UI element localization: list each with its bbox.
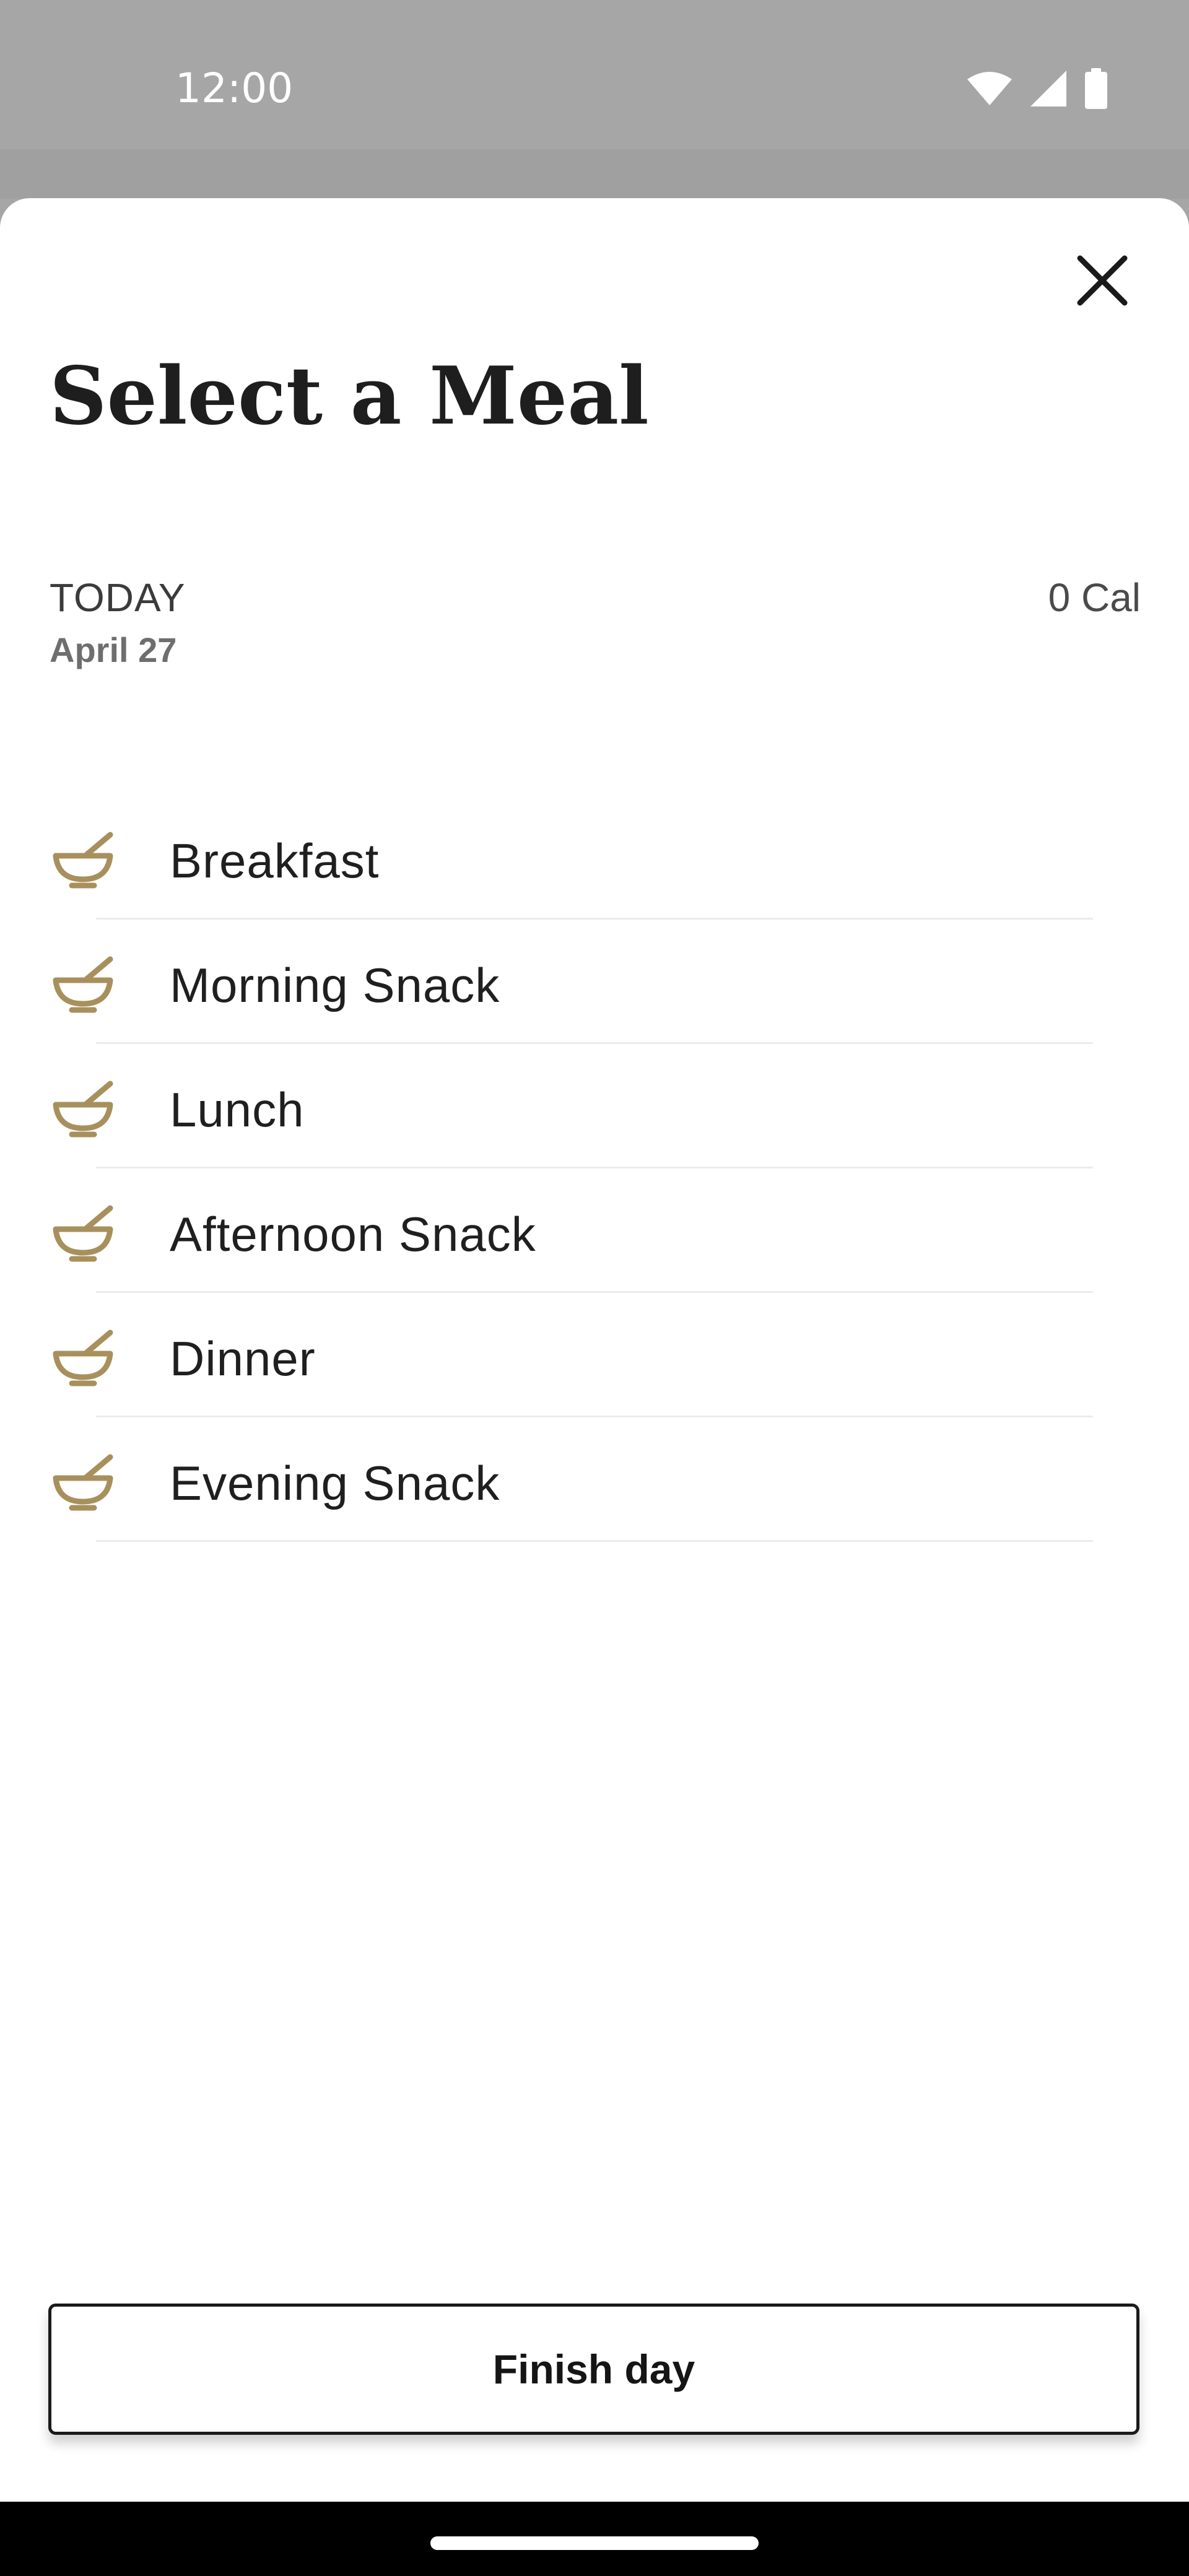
meal-label: Morning Snack (170, 958, 500, 1012)
page-title: Select a Meal (50, 350, 649, 443)
day-date: April 27 (50, 630, 177, 669)
bowl-icon (51, 1198, 115, 1263)
meal-item-dinner[interactable]: Dinner (0, 1293, 1189, 1417)
status-time: 12:00 (175, 64, 294, 112)
day-calories: 0 Cal (1048, 575, 1141, 620)
meal-item-lunch[interactable]: Lunch (0, 1044, 1189, 1168)
meal-item-afternoon-snack[interactable]: Afternoon Snack (0, 1168, 1189, 1293)
status-bar-scrim (0, 149, 1189, 199)
bowl-icon (51, 1323, 115, 1387)
bowl-icon (51, 825, 115, 889)
meal-label: Evening Snack (170, 1456, 500, 1510)
battery-icon (1084, 67, 1108, 112)
meal-label: Lunch (170, 1082, 305, 1137)
meal-item-evening-snack[interactable]: Evening Snack (0, 1417, 1189, 1542)
meal-label: Dinner (170, 1331, 316, 1386)
close-icon (1076, 255, 1128, 310)
bowl-icon (51, 1447, 115, 1512)
bowl-icon (51, 1074, 115, 1138)
meal-item-morning-snack[interactable]: Morning Snack (0, 920, 1189, 1044)
close-button[interactable] (1068, 248, 1136, 316)
navigation-bar (0, 2502, 1189, 2576)
divider (96, 1540, 1093, 1542)
status-icons (966, 67, 1108, 112)
bowl-icon (51, 949, 115, 1014)
status-bar: 12:00 (0, 0, 1189, 199)
meal-label: Afternoon Snack (170, 1207, 536, 1261)
meal-label: Breakfast (170, 833, 380, 888)
day-label: TODAY (50, 575, 186, 620)
finish-day-button[interactable]: Finish day (48, 2304, 1139, 2435)
wifi-icon (966, 71, 1013, 110)
meal-item-breakfast[interactable]: Breakfast (0, 795, 1189, 920)
meal-list: Breakfast Morning Snack Lunch Afternoon … (0, 795, 1189, 1542)
cellular-signal-icon (1029, 69, 1068, 111)
home-gesture-handle[interactable] (430, 2536, 759, 2550)
